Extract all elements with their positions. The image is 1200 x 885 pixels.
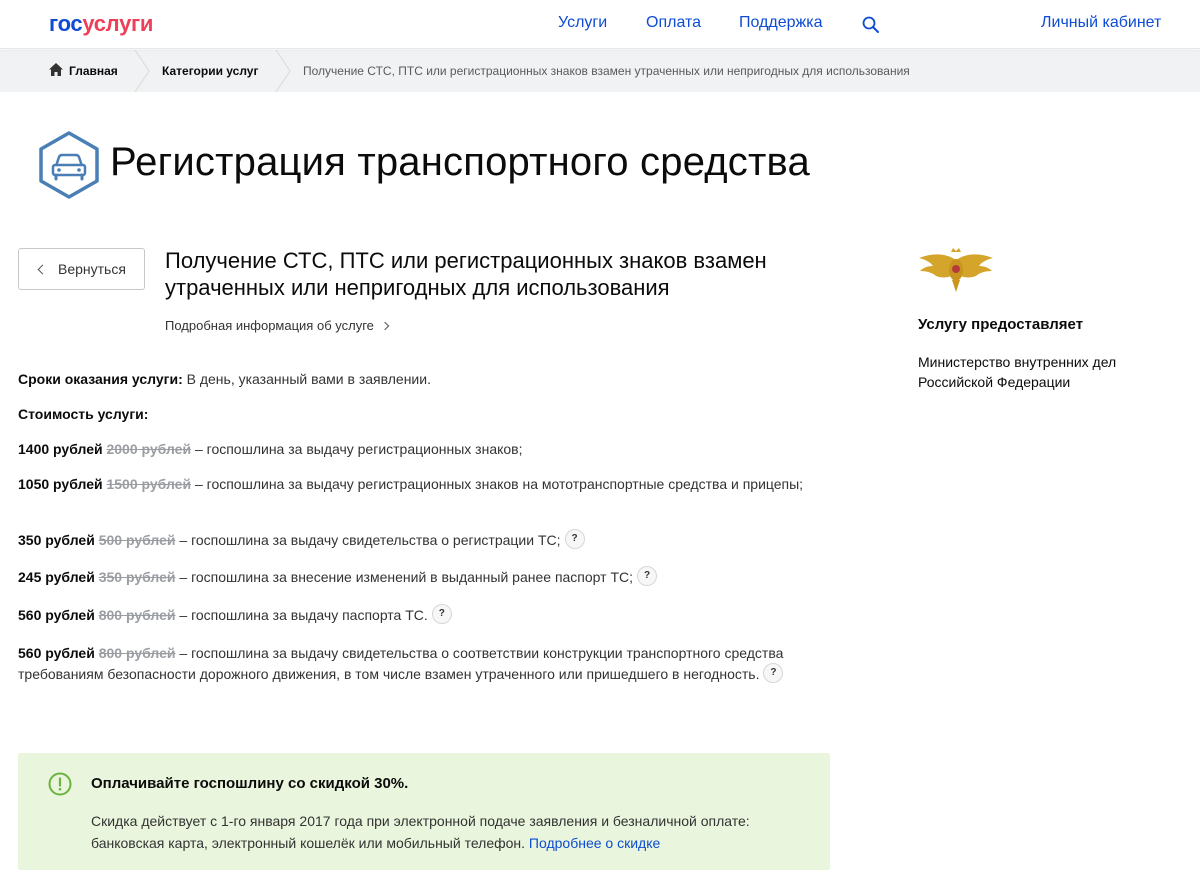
price-item: 350 рублей 500 рублей – госпошлина за вы… bbox=[18, 529, 818, 551]
discount-text: Скидка действует с 1-го января 2017 года… bbox=[91, 813, 750, 851]
back-button[interactable]: Вернуться bbox=[18, 248, 145, 290]
breadcrumb-separator bbox=[134, 50, 150, 92]
price-item: 1050 рублей 1500 рублей – госпошлина за … bbox=[18, 476, 804, 492]
account-link[interactable]: Личный кабинет bbox=[1041, 14, 1161, 32]
gosuslugi-logo[interactable]: госуслуги bbox=[49, 11, 153, 37]
discount-title: Оплачивайте госпошлину со скидкой 30%. bbox=[91, 775, 409, 792]
back-button-label: Вернуться bbox=[58, 261, 126, 277]
breadcrumb-separator bbox=[275, 50, 291, 92]
help-icon[interactable]: ? bbox=[431, 604, 452, 625]
help-icon[interactable]: ? bbox=[763, 663, 784, 684]
price-item: 1400 рублей 2000 рублей – госпошлина за … bbox=[18, 441, 523, 457]
header: госуслуги Услуги Оплата Поддержка Личный… bbox=[0, 0, 1200, 49]
exclamation-circle-icon bbox=[48, 772, 72, 796]
discount-more-link[interactable]: Подробнее о скидке bbox=[529, 835, 660, 851]
chevron-right-icon bbox=[380, 321, 390, 331]
breadcrumb: Главная Категории услуг Получение СТС, П… bbox=[0, 50, 1200, 92]
mvd-emblem-icon bbox=[919, 248, 993, 292]
service-title: Получение СТС, ПТС или регистрационных з… bbox=[165, 248, 767, 300]
car-icon bbox=[39, 131, 99, 199]
page-title: Регистрация транспортного средства bbox=[110, 140, 810, 184]
more-info-link[interactable]: Подробная информация об услуге bbox=[165, 318, 390, 333]
search-icon[interactable] bbox=[861, 15, 881, 35]
price-item: 560 рублей 800 рублей – госпошлина за вы… bbox=[18, 604, 818, 626]
provider-name: Министерство внутренних дел Российской Ф… bbox=[918, 354, 1117, 390]
breadcrumb-current: Получение СТС, ПТС или регистрационных з… bbox=[303, 64, 910, 78]
chevron-left-icon bbox=[37, 264, 48, 274]
price-item: 245 рублей 350 рублей – госпошлина за вн… bbox=[18, 566, 818, 588]
cost-label: Стоимость услуги: bbox=[18, 406, 149, 422]
home-icon bbox=[49, 63, 63, 76]
help-icon[interactable]: ? bbox=[637, 566, 658, 587]
discount-notice: Оплачивайте госпошлину со скидкой 30%. С… bbox=[18, 753, 830, 870]
provider-label: Услугу предоставляет bbox=[918, 316, 1084, 333]
nav-services[interactable]: Услуги bbox=[558, 14, 607, 32]
nav-payment[interactable]: Оплата bbox=[646, 14, 701, 32]
breadcrumb-home[interactable]: Главная bbox=[69, 64, 118, 78]
price-item: 560 рублей 800 рублей – госпошлина за вы… bbox=[18, 645, 784, 684]
breadcrumb-categories[interactable]: Категории услуг bbox=[162, 64, 258, 78]
service-terms: Сроки оказания услуги: В день, указанный… bbox=[18, 371, 431, 387]
nav-support[interactable]: Поддержка bbox=[739, 14, 822, 32]
help-icon[interactable]: ? bbox=[564, 529, 585, 550]
